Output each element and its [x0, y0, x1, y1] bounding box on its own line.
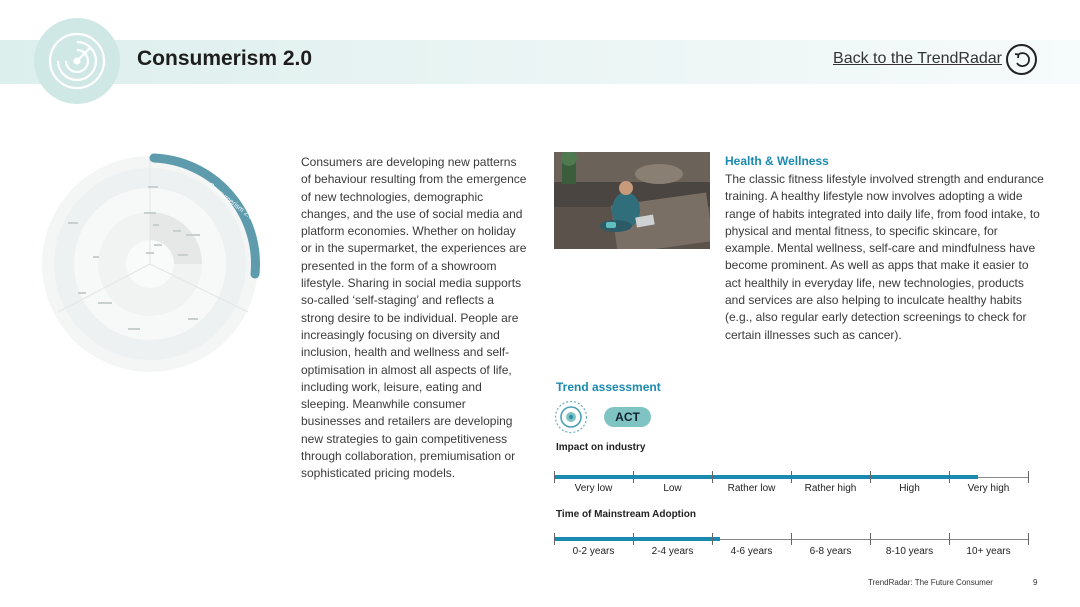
adoption-tick	[869, 533, 871, 545]
sidebar-description: The classic fitness lifestyle involved s…	[725, 172, 1044, 342]
impact-fill	[554, 475, 979, 479]
adoption-category-label: 4-6 years	[730, 546, 773, 557]
impact-tick	[632, 471, 634, 483]
impact-category-label: Very low	[574, 483, 613, 494]
impact-category-label: Low	[663, 483, 682, 494]
trend-radar-graphic: Consumerism 2.0	[42, 153, 260, 372]
assessment-target-icon	[554, 400, 588, 434]
act-badge: ACT	[604, 407, 651, 427]
back-to-trendradar-link[interactable]: Back to the TrendRadar	[833, 50, 1002, 68]
trendradar-logo	[34, 18, 120, 104]
adoption-tick	[1028, 533, 1029, 545]
adoption-tick	[949, 533, 950, 545]
impact-category-label: Rather high	[804, 483, 857, 494]
back-button[interactable]	[1006, 44, 1037, 75]
adoption-category-label: 8-10 years	[885, 546, 934, 557]
impact-tick	[711, 471, 713, 483]
adoption-category-label: 10+ years	[966, 546, 1011, 557]
page-title: Consumerism 2.0	[137, 47, 313, 70]
adoption-label: Time of Mainstream Adoption	[556, 509, 697, 520]
adoption-category-label: 6-8 years	[809, 546, 852, 557]
impact-tick	[1028, 471, 1029, 483]
adoption-tick	[632, 533, 634, 545]
impact-category-label: Very high	[967, 483, 1010, 494]
health-wellness-photo	[554, 152, 710, 249]
sidebar-title: Health & Wellness	[725, 154, 829, 168]
impact-label: Impact on industry	[556, 442, 646, 453]
adoption-fill	[554, 537, 720, 541]
impact-tick	[791, 471, 792, 483]
adoption-tick	[711, 533, 713, 545]
page-number: 9	[1033, 578, 1038, 587]
adoption-category-label: 2-4 years	[651, 546, 694, 557]
adoption-scale	[554, 533, 1029, 547]
back-arrow-icon	[1014, 51, 1030, 67]
main-description: Consumers are developing new patterns of…	[301, 155, 527, 481]
adoption-category-label: 0-2 years	[572, 546, 615, 557]
footer-text: TrendRadar: The Future Consumer	[868, 578, 993, 587]
impact-category-label: Rather low	[727, 483, 776, 494]
impact-tick	[949, 471, 950, 483]
impact-tick	[554, 471, 555, 483]
radar-logo-icon	[48, 32, 106, 90]
impact-categories: Very low Low Rather low Rather high High Very…	[554, 483, 1028, 494]
trend-assessment-title: Trend assessment	[556, 380, 661, 394]
adoption-categories: 0-2 years 2-4 years 4-6 years 6-8 years 8-10…	[554, 546, 1028, 557]
adoption-tick	[554, 533, 555, 545]
adoption-tick	[791, 533, 792, 545]
impact-category-label: High	[899, 483, 920, 494]
impact-tick	[869, 471, 871, 483]
